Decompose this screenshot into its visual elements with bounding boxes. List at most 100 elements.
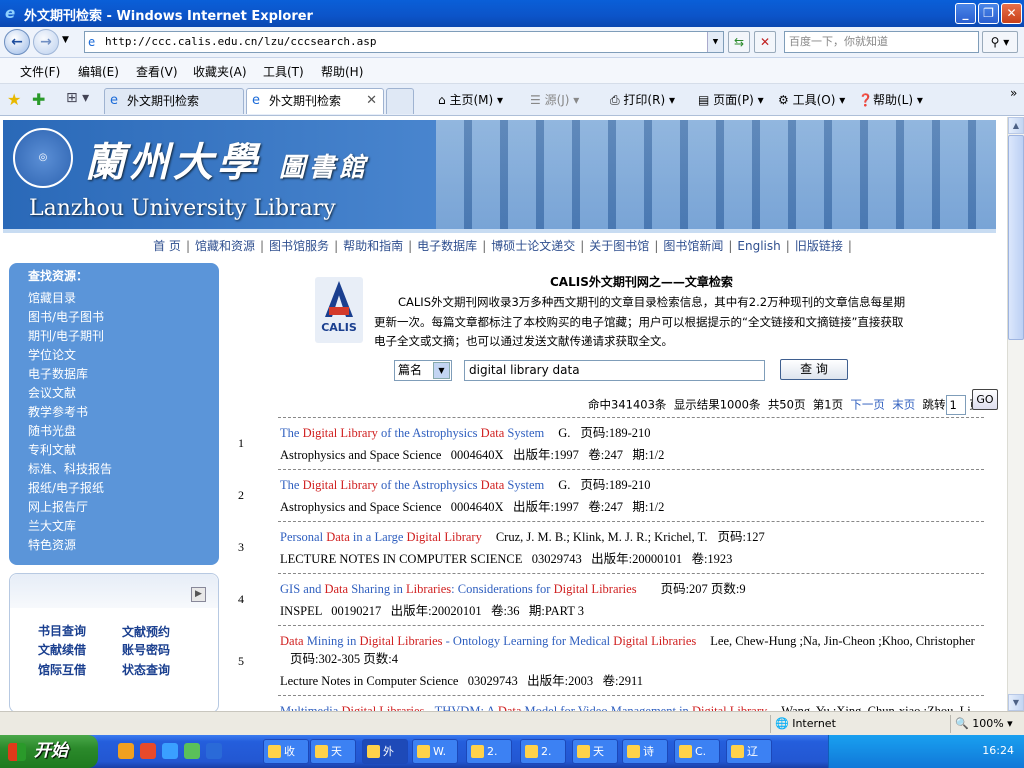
quick-tabs-icon[interactable]: ⊞ ▾ <box>66 90 89 106</box>
sidebar-item[interactable]: 教学参考书 <box>28 403 88 420</box>
scroll-down-icon[interactable]: ▼ <box>1008 694 1024 711</box>
nav-about[interactable]: 关于图书馆 <box>584 239 654 253</box>
nav-news[interactable]: 图书馆新闻 <box>658 239 728 253</box>
nav-services[interactable]: 图书馆服务 <box>264 239 334 253</box>
sidebar-item[interactable]: 特色资源 <box>28 536 76 553</box>
menu-file[interactable]: 文件(F) <box>20 63 60 80</box>
next-page-link[interactable]: 下一页 <box>850 398 885 412</box>
go-button[interactable]: GO <box>972 389 998 410</box>
search-input[interactable]: 百度一下，你就知道 <box>784 31 979 53</box>
sidebar-item[interactable]: 标准、科技报告 <box>28 460 112 477</box>
field-select[interactable]: 篇名 ▼ <box>394 360 452 381</box>
result-title-link[interactable]: The Digital Library of the Astrophysics … <box>280 426 544 440</box>
sidebar-item[interactable]: 电子数据库 <box>28 365 88 382</box>
restore-button[interactable]: ❐ <box>978 3 999 24</box>
window-titlebar[interactable]: e 外文期刊检索 - Windows Internet Explorer _ ❐… <box>0 0 1024 27</box>
nav-collections[interactable]: 馆藏和资源 <box>190 239 260 253</box>
chevron-more-icon[interactable]: » <box>1010 86 1017 100</box>
result-title-link[interactable]: GIS and Data Sharing in Libraries: Consi… <box>280 582 637 596</box>
title-segment: Data <box>280 634 304 648</box>
sidebar-item[interactable]: 报纸/电子报纸 <box>28 479 104 496</box>
result-title-link[interactable]: The Digital Library of the Astrophysics … <box>280 478 544 492</box>
favorites-star-icon[interactable]: ★ <box>7 90 21 109</box>
search-icon[interactable]: ⚲ ▾ <box>982 31 1018 53</box>
tab-1[interactable]: e 外文期刊检索 <box>104 88 244 114</box>
menu-tools[interactable]: 工具(T) <box>263 63 304 80</box>
close-tab-icon[interactable]: ✕ <box>366 89 377 113</box>
refresh-button[interactable]: ⇆ <box>728 31 750 53</box>
taskbar-button[interactable]: W. <box>412 739 458 764</box>
sidebar-item[interactable]: 期刊/电子期刊 <box>28 327 104 344</box>
taskbar-button[interactable]: 诗 <box>622 739 668 764</box>
sidebar-item[interactable]: 兰大文库 <box>28 517 76 534</box>
nav-help[interactable]: 帮助和指南 <box>338 239 408 253</box>
link-interlibrary-loan[interactable]: 馆际互借 <box>38 661 86 678</box>
link-status-query[interactable]: 状态查询 <box>122 661 170 678</box>
nav-english[interactable]: English <box>732 239 785 253</box>
sidebar-item[interactable]: 学位论文 <box>28 346 76 363</box>
taskbar-button[interactable]: 收 <box>263 739 309 764</box>
add-favorite-icon[interactable]: ✚ <box>32 90 45 109</box>
help-menu-button[interactable]: ❓帮助(L) ▾ <box>858 91 923 108</box>
sidebar-item[interactable]: 图书/电子图书 <box>28 308 104 325</box>
menu-view[interactable]: 查看(V) <box>136 63 178 80</box>
taskbar-button[interactable]: 天 <box>310 739 356 764</box>
zoom-control[interactable]: 🔍 100% ▾ <box>950 715 1024 733</box>
sidebar-item[interactable]: 网上报告厅 <box>28 498 88 515</box>
forward-button[interactable]: → <box>33 29 59 55</box>
tools-menu-button[interactable]: ⚙ 工具(O) ▾ <box>778 91 845 108</box>
result-title-link[interactable]: Data Mining in Digital Libraries - Ontol… <box>280 634 696 648</box>
taskbar-button[interactable]: 2. <box>466 739 512 764</box>
back-button[interactable]: ← <box>4 29 30 55</box>
last-page-link[interactable]: 末页 <box>892 398 915 412</box>
quicklaunch-icon[interactable] <box>206 743 222 759</box>
sidebar-item[interactable]: 会议文献 <box>28 384 76 401</box>
result-title-link[interactable]: Personal Data in a Large Digital Library <box>280 530 482 544</box>
sidebar-item[interactable]: 随书光盘 <box>28 422 76 439</box>
menu-edit[interactable]: 编辑(E) <box>78 63 119 80</box>
quicklaunch-icon[interactable] <box>140 743 156 759</box>
link-catalog-search[interactable]: 书目查询 <box>38 622 86 639</box>
feeds-button[interactable]: ☰ 源(J) ▾ <box>530 91 579 108</box>
sidebar-item[interactable]: 馆藏目录 <box>28 289 76 306</box>
vertical-scrollbar[interactable]: ▲ ▼ <box>1007 117 1024 711</box>
address-dropdown-icon[interactable]: ▼ <box>707 32 723 52</box>
nav-home[interactable]: 首 页 <box>148 239 186 253</box>
link-reservation[interactable]: 文献预约 <box>122 623 170 640</box>
quicklaunch-icon[interactable] <box>162 743 178 759</box>
taskbar-button[interactable]: 辽 <box>726 739 772 764</box>
link-renewal[interactable]: 文献续借 <box>38 641 86 658</box>
scroll-up-icon[interactable]: ▲ <box>1008 117 1024 134</box>
page-number-input[interactable]: 1 <box>945 395 966 415</box>
sidebar-item[interactable]: 专利文献 <box>28 441 76 458</box>
minimize-button[interactable]: _ <box>955 3 976 24</box>
chevron-right-icon[interactable]: ▶ <box>191 587 206 602</box>
nav-databases[interactable]: 电子数据库 <box>412 239 482 253</box>
menu-help[interactable]: 帮助(H) <box>321 63 363 80</box>
result-title-link[interactable]: Multimedia Digital Libraries - THVDM: A … <box>280 704 767 711</box>
close-button[interactable]: ✕ <box>1001 3 1022 24</box>
query-input[interactable]: digital library data <box>464 360 765 381</box>
stop-button[interactable]: ✕ <box>754 31 776 53</box>
quicklaunch-icon[interactable] <box>118 743 134 759</box>
start-button[interactable]: 开始 <box>0 735 98 768</box>
link-account-password[interactable]: 账号密码 <box>122 641 170 658</box>
scroll-thumb[interactable] <box>1008 135 1024 340</box>
taskbar-button[interactable]: 天 <box>572 739 618 764</box>
page-menu-button[interactable]: ▤ 页面(P) ▾ <box>698 91 764 108</box>
taskbar-button[interactable]: 外 <box>362 739 408 764</box>
nav-thesis[interactable]: 博硕士论文递交 <box>486 239 580 253</box>
tab-2-active[interactable]: e 外文期刊检索 ✕ <box>246 88 384 114</box>
nav-old-links[interactable]: 旧版链接 <box>790 239 848 253</box>
quicklaunch-icon[interactable] <box>184 743 200 759</box>
new-tab-button[interactable] <box>386 88 414 114</box>
taskbar-button[interactable]: C. <box>674 739 720 764</box>
history-dropdown-icon[interactable]: ▼ <box>62 35 69 45</box>
menu-favorites[interactable]: 收藏夹(A) <box>193 63 247 80</box>
address-input[interactable]: e http://ccc.calis.edu.cn/lzu/cccsearch.… <box>84 31 724 53</box>
print-button[interactable]: ⎙ 打印(R) ▾ <box>610 91 675 108</box>
home-button[interactable]: ⌂ 主页(M) ▾ <box>438 91 503 108</box>
result-number: 5 <box>238 654 244 668</box>
search-button[interactable]: 查 询 <box>780 359 848 380</box>
taskbar-button[interactable]: 2. <box>520 739 566 764</box>
